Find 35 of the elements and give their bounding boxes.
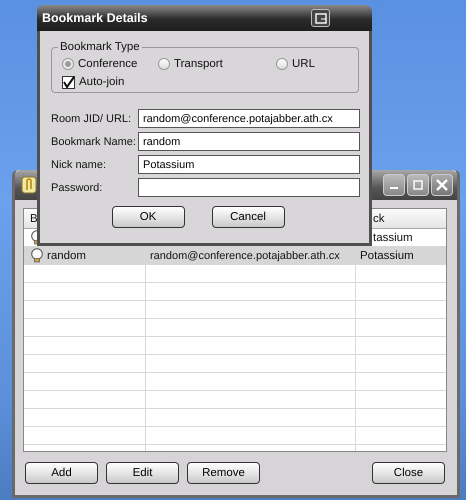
table-cell: random@conference.potajabber.ath.cx xyxy=(150,250,340,262)
input-field[interactable]: Potassium xyxy=(138,155,360,174)
dialog-button[interactable]: OK xyxy=(112,206,184,228)
input-field[interactable]: random@conference.potajabber.ath.cx xyxy=(138,109,360,128)
table-cell: random xyxy=(47,250,86,262)
dialog-button[interactable]: Add xyxy=(25,462,98,484)
field-label: Room JID/ URL: xyxy=(51,112,132,124)
maximize-icon xyxy=(413,180,423,190)
radio-option[interactable]: Transport xyxy=(158,55,276,73)
minimize-icon xyxy=(390,187,398,189)
input-field[interactable]: random xyxy=(138,132,360,151)
radio-option[interactable]: Conference xyxy=(62,55,158,73)
window-button[interactable] xyxy=(311,9,330,27)
group-label: Bookmark Type xyxy=(59,41,141,53)
paperclip-icon xyxy=(21,176,37,194)
table-cell: Potassium xyxy=(360,250,414,262)
input-field[interactable] xyxy=(138,178,360,197)
checkmark-icon xyxy=(62,76,75,88)
dialog-button[interactable]: Remove xyxy=(187,462,260,484)
window-title: Bookmark Details xyxy=(42,11,149,25)
minimize-button[interactable] xyxy=(383,174,405,196)
table-row[interactable]: random random@conference.potajabber.ath.cx Potassium xyxy=(24,247,446,265)
field-label: Nick name: xyxy=(51,158,108,170)
close-button[interactable] xyxy=(431,174,453,196)
auto-join-checkbox[interactable]: Auto-join xyxy=(62,73,348,91)
field-label: Password: xyxy=(51,182,104,194)
field-label: Bookmark Name: xyxy=(51,136,137,148)
dialog-button[interactable]: Edit xyxy=(106,462,179,484)
radio-option[interactable]: URL xyxy=(276,55,348,73)
dialog-button[interactable]: Close xyxy=(372,462,445,484)
window-icon xyxy=(314,12,326,24)
close-icon xyxy=(436,179,448,191)
table-cell: tassium xyxy=(373,232,413,244)
maximize-button[interactable] xyxy=(407,174,429,196)
dialog-button[interactable]: Cancel xyxy=(212,206,284,228)
